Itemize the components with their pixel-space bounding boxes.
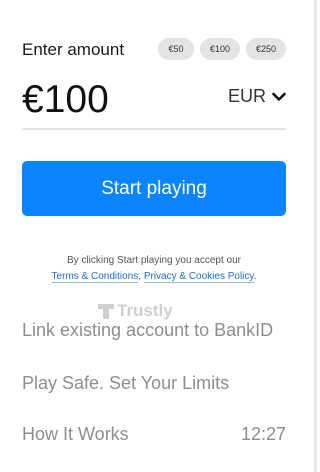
amount-title: Enter amount: [22, 40, 125, 59]
chevron-down-icon: [272, 92, 286, 101]
how-it-works-time: 12:27: [240, 424, 286, 444]
amount-input[interactable]: €100: [22, 78, 109, 122]
consent-suffix: .: [253, 271, 257, 282]
consent-prefix: By clicking Start playing you accept our: [67, 255, 241, 266]
preset-chip-50[interactable]: €50: [158, 38, 194, 60]
link-bankid[interactable]: Link existing account to BankID: [22, 320, 286, 341]
currency-label: EUR: [227, 86, 266, 106]
currency-select[interactable]: EUR: [228, 86, 286, 107]
amount-input-row[interactable]: €100 EUR: [22, 78, 286, 130]
terms-link[interactable]: Terms & Conditions: [51, 271, 139, 283]
preset-chips: €50 €100 €250: [158, 38, 286, 60]
trustly-logo: Trustly: [98, 301, 173, 321]
trustly-logo-text: Trustly: [117, 301, 173, 320]
consent-separator: ,: [138, 271, 142, 282]
link-how-it-works[interactable]: How It Works 12:27: [22, 424, 286, 445]
how-it-works-label: How It Works: [22, 424, 129, 444]
scrollbar-track: [314, 0, 317, 472]
link-play-safe[interactable]: Play Safe. Set Your Limits: [22, 373, 286, 394]
consent-text: By clicking Start playing you accept our…: [22, 253, 286, 285]
preset-chip-100[interactable]: €100: [200, 38, 240, 60]
preset-chip-250[interactable]: €250: [246, 38, 286, 60]
privacy-link[interactable]: Privacy & Cookies Policy: [143, 271, 254, 283]
trustly-logo-icon: [98, 303, 114, 319]
start-playing-button[interactable]: Start playing: [22, 161, 286, 216]
amount-header: Enter amount €50 €100 €250: [22, 38, 286, 64]
